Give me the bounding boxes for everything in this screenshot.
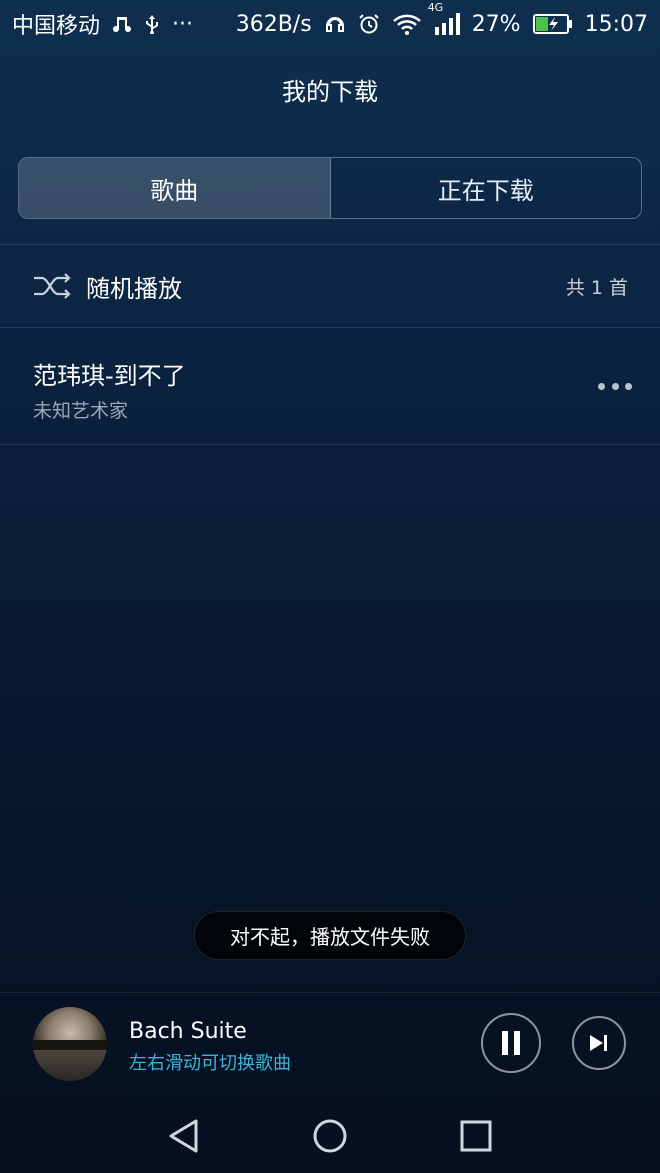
- more-icon: [611, 382, 619, 390]
- network-type-label: 4G: [427, 1, 444, 14]
- wifi-icon: [392, 13, 422, 35]
- home-button[interactable]: [310, 1116, 350, 1156]
- back-button[interactable]: [164, 1116, 204, 1156]
- more-notifications-icon: ···: [172, 11, 193, 37]
- music-note-icon: [112, 14, 132, 34]
- headphones-icon: [324, 13, 346, 35]
- battery-percent: 27%: [471, 11, 521, 37]
- swipe-hint: 左右滑动可切换歌曲: [129, 1053, 291, 1074]
- usb-icon: [144, 14, 160, 34]
- recents-icon: [460, 1120, 492, 1152]
- pause-button[interactable]: [481, 1013, 541, 1073]
- skip-next-icon: [589, 1034, 609, 1052]
- page-title: 我的下载: [282, 78, 378, 106]
- more-icon: [625, 382, 632, 390]
- song-title: 范玮琪-到不了: [33, 362, 186, 390]
- shuffle-icon: [32, 271, 72, 301]
- clock-time: 15:07: [584, 11, 648, 37]
- shuffle-play-row[interactable]: 随机播放 共 1 首: [0, 244, 660, 328]
- tab-songs[interactable]: 歌曲: [19, 158, 331, 218]
- error-toast: 对不起，播放文件失败: [194, 911, 466, 960]
- alarm-icon: [358, 13, 380, 35]
- status-bar: 中国移动 ··· 362B/s 4G 27% 15:07: [0, 0, 660, 48]
- tab-bar: 歌曲 正在下载: [18, 157, 642, 219]
- back-icon: [168, 1119, 200, 1153]
- signal-icon: 4G: [428, 1, 460, 35]
- status-left: 中国移动 ···: [12, 8, 193, 40]
- song-count: 共 1 首: [565, 276, 628, 299]
- more-options-button[interactable]: [598, 374, 632, 398]
- carrier-label: 中国移动: [12, 14, 101, 39]
- now-playing-title: Bach Suite: [129, 1019, 247, 1044]
- battery-charging-icon: [532, 13, 573, 35]
- pause-icon: [500, 1030, 522, 1056]
- home-icon: [312, 1118, 348, 1154]
- recents-button[interactable]: [456, 1116, 496, 1156]
- album-art[interactable]: [33, 1007, 107, 1081]
- more-icon: [598, 382, 605, 390]
- status-right: 362B/s 4G 27% 15:07: [235, 1, 648, 37]
- list-item[interactable]: 范玮琪-到不了 未知艺术家: [0, 328, 660, 445]
- song-artist: 未知艺术家: [33, 400, 129, 422]
- album-art-water: [33, 1049, 107, 1081]
- network-speed: 362B/s: [235, 11, 312, 37]
- mini-player[interactable]: Bach Suite 左右滑动可切换歌曲: [0, 992, 660, 1094]
- shuffle-play-label: 随机播放: [86, 274, 182, 303]
- tab-downloading[interactable]: 正在下载: [331, 158, 642, 218]
- album-art-trees: [33, 1039, 107, 1050]
- next-track-button[interactable]: [572, 1016, 626, 1070]
- system-nav-bar: [0, 1100, 660, 1173]
